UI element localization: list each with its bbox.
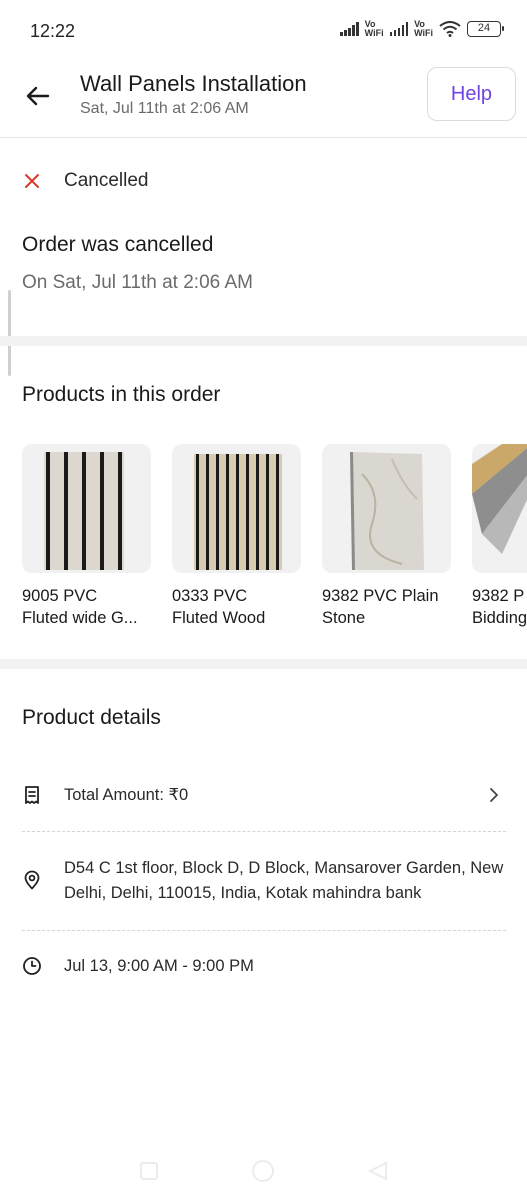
product-name: 9382 PVC Plain Stone bbox=[322, 585, 451, 629]
section-divider bbox=[0, 659, 527, 669]
product-name-line: Fluted wide G... bbox=[22, 609, 138, 627]
address-text: D54 C 1st floor, Block D, D Block, Mansa… bbox=[64, 859, 504, 902]
page-subtitle: Sat, Jul 11th at 2:06 AM bbox=[80, 100, 249, 117]
product-card[interactable]: 9382 P Bidding bbox=[472, 444, 527, 629]
schedule-text: Jul 13, 9:00 AM - 9:00 PM bbox=[64, 957, 254, 975]
dashed-divider bbox=[22, 831, 506, 832]
product-image bbox=[22, 444, 151, 573]
app-header: Wall Panels Installation Sat, Jul 11th a… bbox=[0, 62, 527, 138]
battery-icon: 24 bbox=[467, 21, 504, 37]
back-arrow-icon[interactable] bbox=[22, 80, 54, 112]
product-name-line: 9005 PVC bbox=[22, 587, 98, 605]
status-icons: Vo WiFi Vo WiFi 24 bbox=[340, 19, 504, 38]
chevron-right-icon[interactable] bbox=[487, 788, 501, 802]
product-name-line: 9382 P bbox=[472, 587, 525, 605]
dashed-divider bbox=[22, 930, 506, 931]
signal-icon bbox=[340, 22, 359, 36]
product-name-line: Stone bbox=[322, 609, 366, 627]
product-name-line: 0333 PVC bbox=[172, 587, 248, 605]
product-name-line: 9382 PVC Plain bbox=[322, 587, 439, 605]
scroll-indicator bbox=[8, 290, 11, 376]
product-name: 9382 P Bidding bbox=[472, 585, 527, 629]
schedule-row: Jul 13, 9:00 AM - 9:00 PM bbox=[22, 954, 506, 979]
section-divider bbox=[0, 336, 527, 346]
total-amount: Total Amount: ₹0 bbox=[64, 786, 189, 804]
wifi-icon bbox=[439, 21, 461, 37]
cancel-subtitle: On Sat, Jul 11th at 2:06 AM bbox=[22, 272, 253, 293]
back-triangle-icon[interactable] bbox=[368, 1161, 388, 1181]
signal-icon bbox=[389, 22, 409, 36]
product-name-line: Bidding bbox=[472, 609, 527, 627]
vowifi-icon: Vo WiFi bbox=[364, 19, 384, 38]
product-card[interactable]: 0333 PVC Fluted Wood bbox=[172, 444, 301, 629]
system-nav-bar bbox=[0, 1150, 527, 1200]
product-name-line: Fluted Wood bbox=[172, 609, 266, 627]
battery-level: 24 bbox=[477, 22, 491, 34]
details-section-title: Product details bbox=[22, 706, 161, 729]
products-carousel[interactable]: 9005 PVC Fluted wide G... 0333 PVC Flute… bbox=[22, 444, 527, 634]
product-card[interactable]: 9005 PVC Fluted wide G... bbox=[22, 444, 151, 629]
product-image bbox=[172, 444, 301, 573]
recent-apps-icon[interactable] bbox=[140, 1162, 158, 1180]
product-name: 9005 PVC Fluted wide G... bbox=[22, 585, 151, 629]
product-name: 0333 PVC Fluted Wood bbox=[172, 585, 301, 629]
order-status-row: Cancelled bbox=[22, 170, 149, 192]
order-status-label: Cancelled bbox=[64, 170, 149, 191]
product-card[interactable]: 9382 PVC Plain Stone bbox=[322, 444, 451, 629]
close-icon bbox=[25, 174, 39, 188]
product-image bbox=[322, 444, 451, 573]
total-amount-row[interactable]: Total Amount: ₹0 bbox=[22, 783, 506, 808]
clock-icon bbox=[23, 957, 41, 975]
address-row: D54 C 1st floor, Block D, D Block, Mansa… bbox=[22, 856, 506, 906]
cancel-title: Order was cancelled bbox=[22, 233, 214, 256]
help-button[interactable]: Help bbox=[427, 67, 516, 121]
vowifi-icon: Vo WiFi bbox=[414, 19, 433, 38]
status-time: 12:22 bbox=[30, 21, 76, 41]
product-image bbox=[472, 444, 527, 573]
home-icon[interactable] bbox=[252, 1160, 274, 1182]
products-section-title: Products in this order bbox=[22, 383, 221, 406]
location-pin-icon bbox=[24, 870, 40, 890]
page-title: Wall Panels Installation bbox=[80, 71, 307, 96]
receipt-icon bbox=[25, 786, 39, 804]
status-bar: 12:22 Vo WiFi Vo WiFi 24 bbox=[0, 0, 527, 62]
